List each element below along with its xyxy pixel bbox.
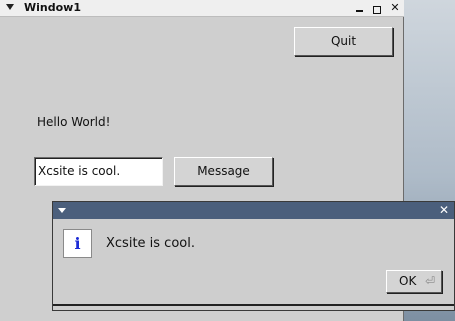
- message-text-input[interactable]: Xcsite is cool.: [34, 157, 163, 186]
- dialog-titlebar[interactable]: ✕: [53, 202, 454, 219]
- hello-label: Hello World!: [37, 115, 111, 129]
- dialog-menu-icon[interactable]: [58, 208, 66, 213]
- main-titlebar[interactable]: Window1 ✕: [0, 0, 404, 17]
- message-dialog: ✕ i Xcsite is cool. OK ⏎: [52, 201, 455, 311]
- quit-button[interactable]: Quit: [294, 27, 393, 56]
- window-menu-icon[interactable]: [6, 4, 14, 10]
- dialog-message: Xcsite is cool.: [106, 236, 195, 251]
- info-icon: i: [63, 229, 92, 258]
- close-button[interactable]: ✕: [388, 0, 402, 16]
- message-button[interactable]: Message: [174, 157, 273, 186]
- return-icon: ⏎: [424, 274, 435, 288]
- minimize-icon: [355, 10, 363, 12]
- maximize-button[interactable]: [370, 0, 384, 16]
- dialog-close-button[interactable]: ✕: [439, 202, 449, 219]
- ok-button-label: OK: [399, 274, 417, 288]
- dialog-divider: [53, 304, 454, 306]
- minimize-button[interactable]: [352, 0, 366, 16]
- maximize-icon: [373, 5, 381, 14]
- ok-button[interactable]: OK ⏎: [386, 270, 442, 293]
- window-title: Window1: [24, 1, 81, 14]
